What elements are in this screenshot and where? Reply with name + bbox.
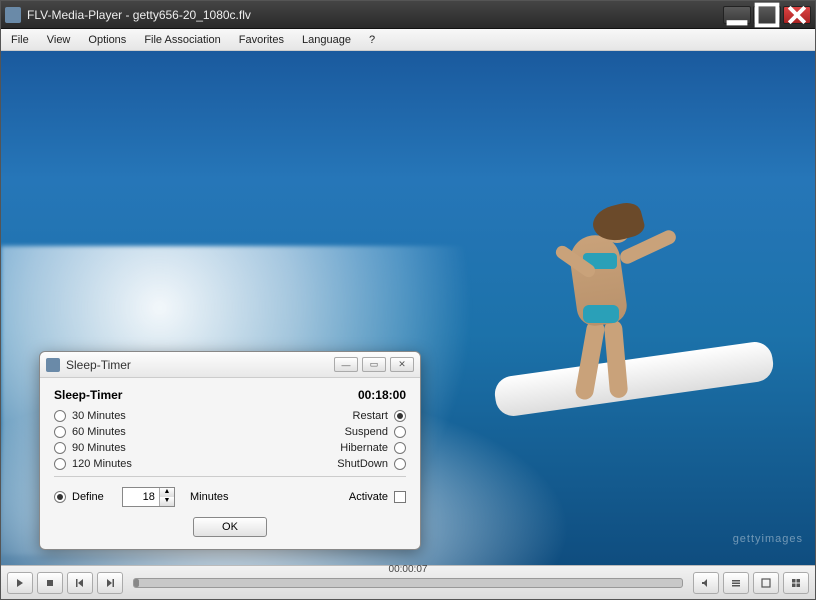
spin-down-button[interactable]: ▼ — [160, 497, 174, 506]
menu-language[interactable]: Language — [298, 32, 355, 48]
label-define: Define — [72, 491, 104, 503]
define-input[interactable] — [123, 491, 159, 503]
dialog-titlebar: Sleep-Timer — ▭ ✕ — [40, 352, 420, 378]
close-button[interactable] — [783, 6, 811, 24]
dialog-close-button[interactable]: ✕ — [390, 357, 414, 372]
label-90-minutes: 90 Minutes — [72, 442, 126, 454]
radio-30-minutes[interactable] — [54, 410, 66, 422]
menubar: File View Options File Association Favor… — [1, 29, 815, 51]
label-suspend: Suspend — [345, 426, 388, 438]
main-window: FLV-Media-Player - getty656-20_1080c.flv… — [0, 0, 816, 600]
playback-controls: 00:00:07 — [1, 565, 815, 599]
label-define-unit: Minutes — [190, 491, 229, 503]
ok-button[interactable]: OK — [193, 517, 267, 537]
radio-define[interactable] — [54, 491, 66, 503]
radio-90-minutes[interactable] — [54, 442, 66, 454]
menu-options[interactable]: Options — [84, 32, 130, 48]
titlebar: FLV-Media-Player - getty656-20_1080c.flv — [1, 1, 815, 29]
radio-60-minutes[interactable] — [54, 426, 66, 438]
radio-suspend[interactable] — [394, 426, 406, 438]
minimize-button[interactable] — [723, 6, 751, 24]
volume-button[interactable] — [693, 572, 719, 594]
maximize-button[interactable] — [753, 6, 781, 24]
label-shutdown: ShutDown — [337, 458, 388, 470]
play-button[interactable] — [7, 572, 33, 594]
dialog-body: Sleep-Timer 00:18:00 30 Minutes Restart — [40, 378, 420, 549]
dialog-divider — [54, 476, 406, 477]
video-surfer — [533, 195, 693, 415]
radio-hibernate[interactable] — [394, 442, 406, 454]
menu-favorites[interactable]: Favorites — [235, 32, 288, 48]
sleep-timer-dialog: Sleep-Timer — ▭ ✕ Sleep-Timer 00:18:00 3… — [39, 351, 421, 550]
video-area: gettyimages Sleep-Timer — ▭ ✕ Sleep-Time… — [1, 51, 815, 565]
app-icon — [5, 7, 21, 23]
window-buttons — [723, 6, 811, 24]
radio-shutdown[interactable] — [394, 458, 406, 470]
menu-help[interactable]: ? — [365, 32, 379, 48]
settings-button[interactable] — [783, 572, 809, 594]
seek-fill — [134, 579, 139, 587]
dialog-time: 00:18:00 — [358, 388, 406, 402]
label-120-minutes: 120 Minutes — [72, 458, 132, 470]
playlist-button[interactable] — [723, 572, 749, 594]
fullscreen-button[interactable] — [753, 572, 779, 594]
seek-bar[interactable]: 00:00:07 — [133, 578, 683, 588]
spin-up-button[interactable]: ▲ — [160, 488, 174, 497]
dialog-minimize-button[interactable]: — — [334, 357, 358, 372]
define-spinner: ▲ ▼ — [122, 487, 175, 507]
timecode: 00:00:07 — [389, 564, 428, 575]
label-restart: Restart — [353, 410, 388, 422]
dialog-heading: Sleep-Timer — [54, 388, 122, 402]
menu-view[interactable]: View — [43, 32, 75, 48]
dialog-maximize-button[interactable]: ▭ — [362, 357, 386, 372]
window-title: FLV-Media-Player - getty656-20_1080c.flv — [27, 8, 723, 22]
dialog-title: Sleep-Timer — [66, 358, 334, 372]
label-hibernate: Hibernate — [340, 442, 388, 454]
menu-file-association[interactable]: File Association — [140, 32, 224, 48]
radio-restart[interactable] — [394, 410, 406, 422]
dialog-icon — [46, 358, 60, 372]
label-30-minutes: 30 Minutes — [72, 410, 126, 422]
next-button[interactable] — [97, 572, 123, 594]
radio-120-minutes[interactable] — [54, 458, 66, 470]
stop-button[interactable] — [37, 572, 63, 594]
menu-file[interactable]: File — [7, 32, 33, 48]
label-activate: Activate — [349, 491, 388, 503]
checkbox-activate[interactable] — [394, 491, 406, 503]
label-60-minutes: 60 Minutes — [72, 426, 126, 438]
prev-button[interactable] — [67, 572, 93, 594]
watermark: gettyimages — [733, 533, 803, 545]
